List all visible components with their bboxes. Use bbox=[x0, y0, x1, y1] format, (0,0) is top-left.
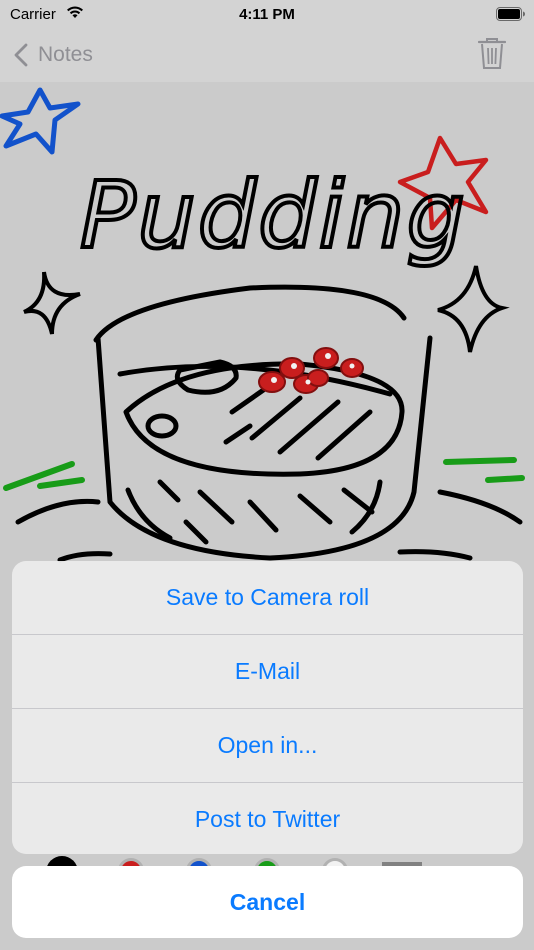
navigation-bar: Notes bbox=[0, 30, 534, 82]
post-to-twitter-button[interactable]: Post to Twitter bbox=[12, 783, 523, 854]
save-to-camera-roll-button[interactable]: Save to Camera roll bbox=[12, 561, 523, 634]
open-in-button[interactable]: Open in... bbox=[12, 709, 523, 782]
status-bar: Carrier 4:11 PM bbox=[0, 0, 534, 30]
email-button[interactable]: E-Mail bbox=[12, 635, 523, 708]
action-sheet: Save to Camera roll E-Mail Open in... Po… bbox=[12, 561, 523, 854]
clock-label: 4:11 PM bbox=[239, 6, 295, 23]
cancel-button[interactable]: Cancel bbox=[12, 866, 523, 938]
trash-icon bbox=[477, 38, 507, 69]
chevron-left-icon bbox=[14, 43, 28, 67]
trash-button[interactable] bbox=[477, 37, 507, 76]
back-button-label: Notes bbox=[38, 43, 93, 66]
back-button[interactable]: Notes bbox=[14, 40, 93, 70]
battery-icon bbox=[496, 7, 526, 25]
